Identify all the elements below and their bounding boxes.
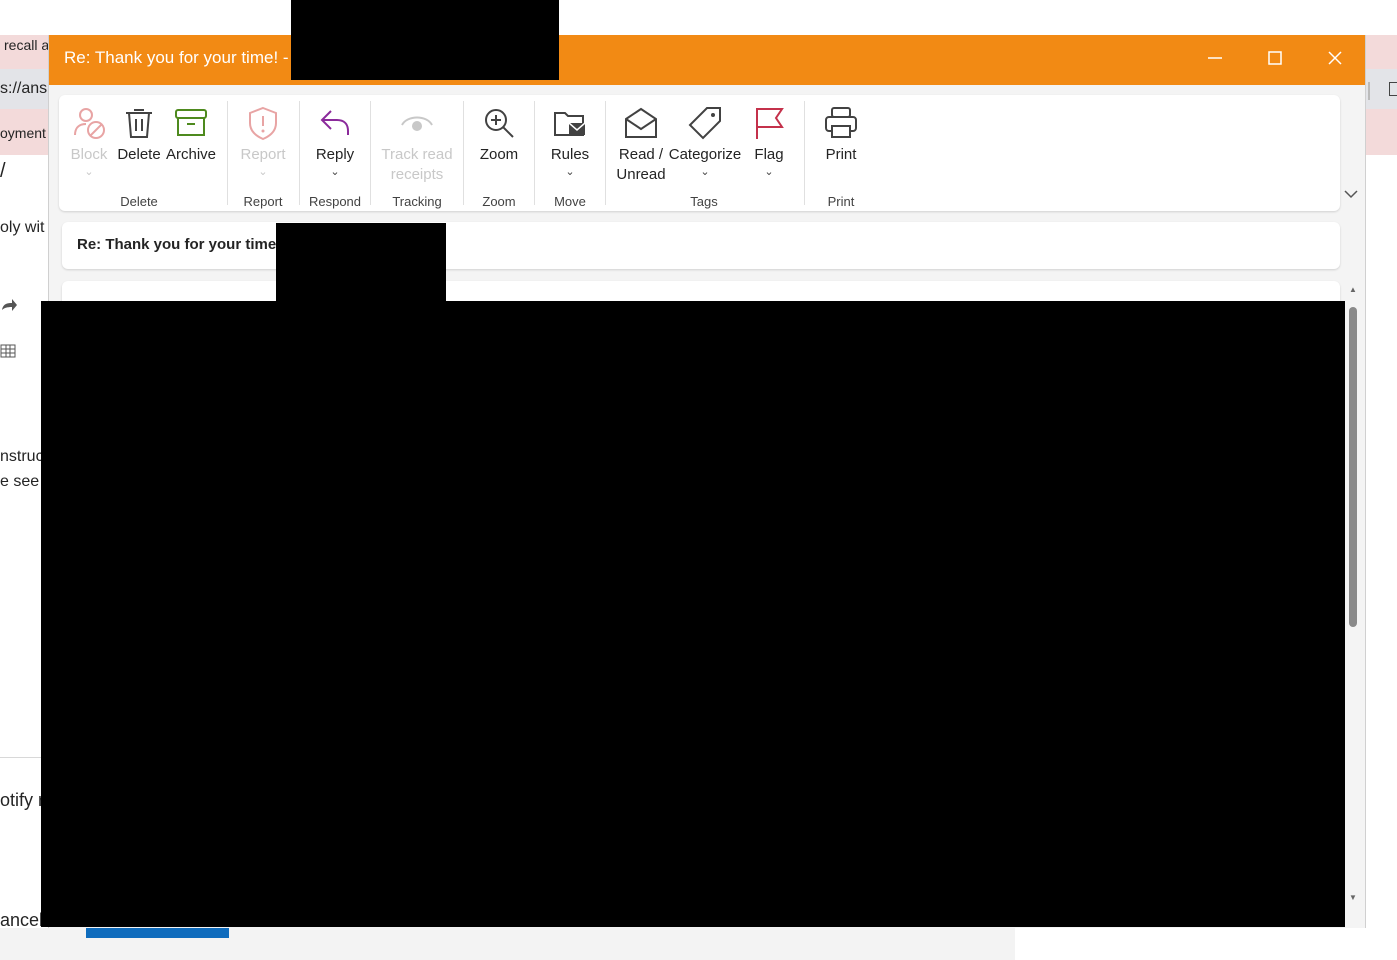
maximize-icon [1267,50,1283,71]
chevron-down-icon [1344,186,1358,204]
background-divider [1368,82,1370,100]
track-label-line1: Track read [381,146,453,163]
group-separator [370,101,371,205]
flag-icon [749,103,789,143]
background-text: / [0,160,6,182]
report-label: Report [240,146,286,163]
background-url-text[interactable]: s://ans [0,80,48,98]
group-separator [605,101,606,205]
background-banner-right [1366,35,1397,69]
title-bar[interactable]: Re: Thank you for your time! - [49,35,1365,85]
group-label-zoom: Zoom [482,194,516,209]
track-read-receipts-button[interactable]: Track read receipts [379,103,455,185]
archive-button[interactable]: Archive [165,103,217,165]
maximize-button[interactable] [1245,35,1305,85]
block-button[interactable]: Block ⌄ [69,103,109,179]
trash-icon [119,103,159,143]
group-separator [227,101,228,205]
group-separator [299,101,300,205]
background-text: recall a [4,37,48,53]
report-button[interactable]: Report ⌄ [239,103,287,179]
zoom-button[interactable]: Zoom [477,103,521,165]
tag-icon [685,103,725,143]
shield-warning-icon [243,103,283,143]
table-icon[interactable] [0,343,20,363]
reply-icon [315,103,355,143]
read-label-line1: Read / [618,146,664,163]
delete-label: Delete [117,146,161,163]
categorize-button[interactable]: Categorize ⌄ [669,103,741,179]
chevron-down-icon: ⌄ [258,166,268,178]
close-button[interactable] [1305,35,1365,85]
scrollbar-thumb[interactable] [1349,307,1357,627]
chevron-down-icon: ⌄ [764,166,774,178]
chevron-down-icon: ⌄ [700,166,710,178]
group-label-delete: Delete [120,194,158,209]
ribbon-toolbar: Block ⌄ Delete Archive Delete Report ⌄ R… [59,95,1340,211]
print-button[interactable]: Print [819,103,863,165]
archive-icon [171,103,211,143]
flag-label: Flag [754,146,784,163]
envelope-open-icon [621,103,661,143]
forward-icon[interactable] [0,296,20,318]
group-separator [463,101,464,205]
ribbon-expand-button[interactable] [1341,185,1361,205]
scroll-up-arrow[interactable]: ▲ [1347,285,1359,295]
categorize-label: Categorize [668,146,742,163]
block-label: Block [70,146,108,163]
background-footer-right [1015,928,1397,960]
group-separator [804,101,805,205]
scroll-down-arrow[interactable]: ▼ [1347,893,1359,903]
zoom-label: Zoom [479,146,519,163]
message-subject: Re: Thank you for your time! - [77,236,291,253]
zoom-in-icon [479,103,519,143]
rules-button[interactable]: Rules ⌄ [548,103,592,179]
redacted-region [276,223,446,303]
flag-button[interactable]: Flag ⌄ [747,103,791,179]
subject-bar: Re: Thank you for your time! - [62,222,1340,269]
folder-mail-icon [550,103,590,143]
background-text: oyment [0,125,46,141]
group-label-print: Print [827,194,855,209]
block-sender-icon [69,103,109,143]
group-separator [534,101,535,205]
chevron-down-icon: ⌄ [84,166,94,178]
redacted-region [291,0,559,80]
archive-label: Archive [165,146,217,163]
minimize-icon [1207,50,1223,71]
group-label-report: Report [243,194,283,209]
background-app-topbar [0,0,1397,35]
group-label-tracking: Tracking [392,194,442,209]
reply-label: Reply [315,146,355,163]
track-label-line2: receipts [390,166,444,183]
reply-button[interactable]: Reply ⌄ [313,103,357,179]
background-window-icon [1389,82,1397,96]
window-title: Re: Thank you for your time! - [64,48,289,67]
background-banner-right-2 [1366,109,1397,155]
redacted-region [41,301,1345,927]
read-label-line2: Unread [616,166,666,183]
group-label-tags: Tags [690,194,718,209]
chevron-down-icon: ⌄ [330,166,340,178]
read-unread-button[interactable]: Read / Unread [615,103,667,185]
minimize-button[interactable] [1185,35,1245,85]
chevron-down-icon: ⌄ [565,166,575,178]
printer-icon [821,103,861,143]
delete-button[interactable]: Delete [116,103,162,165]
group-label-respond: Respond [308,194,362,209]
background-text: oly wit [0,219,45,236]
print-label: Print [825,146,857,163]
rules-label: Rules [550,146,590,163]
group-label-move: Move [554,194,586,209]
close-icon [1327,50,1343,71]
eye-icon [397,103,437,143]
